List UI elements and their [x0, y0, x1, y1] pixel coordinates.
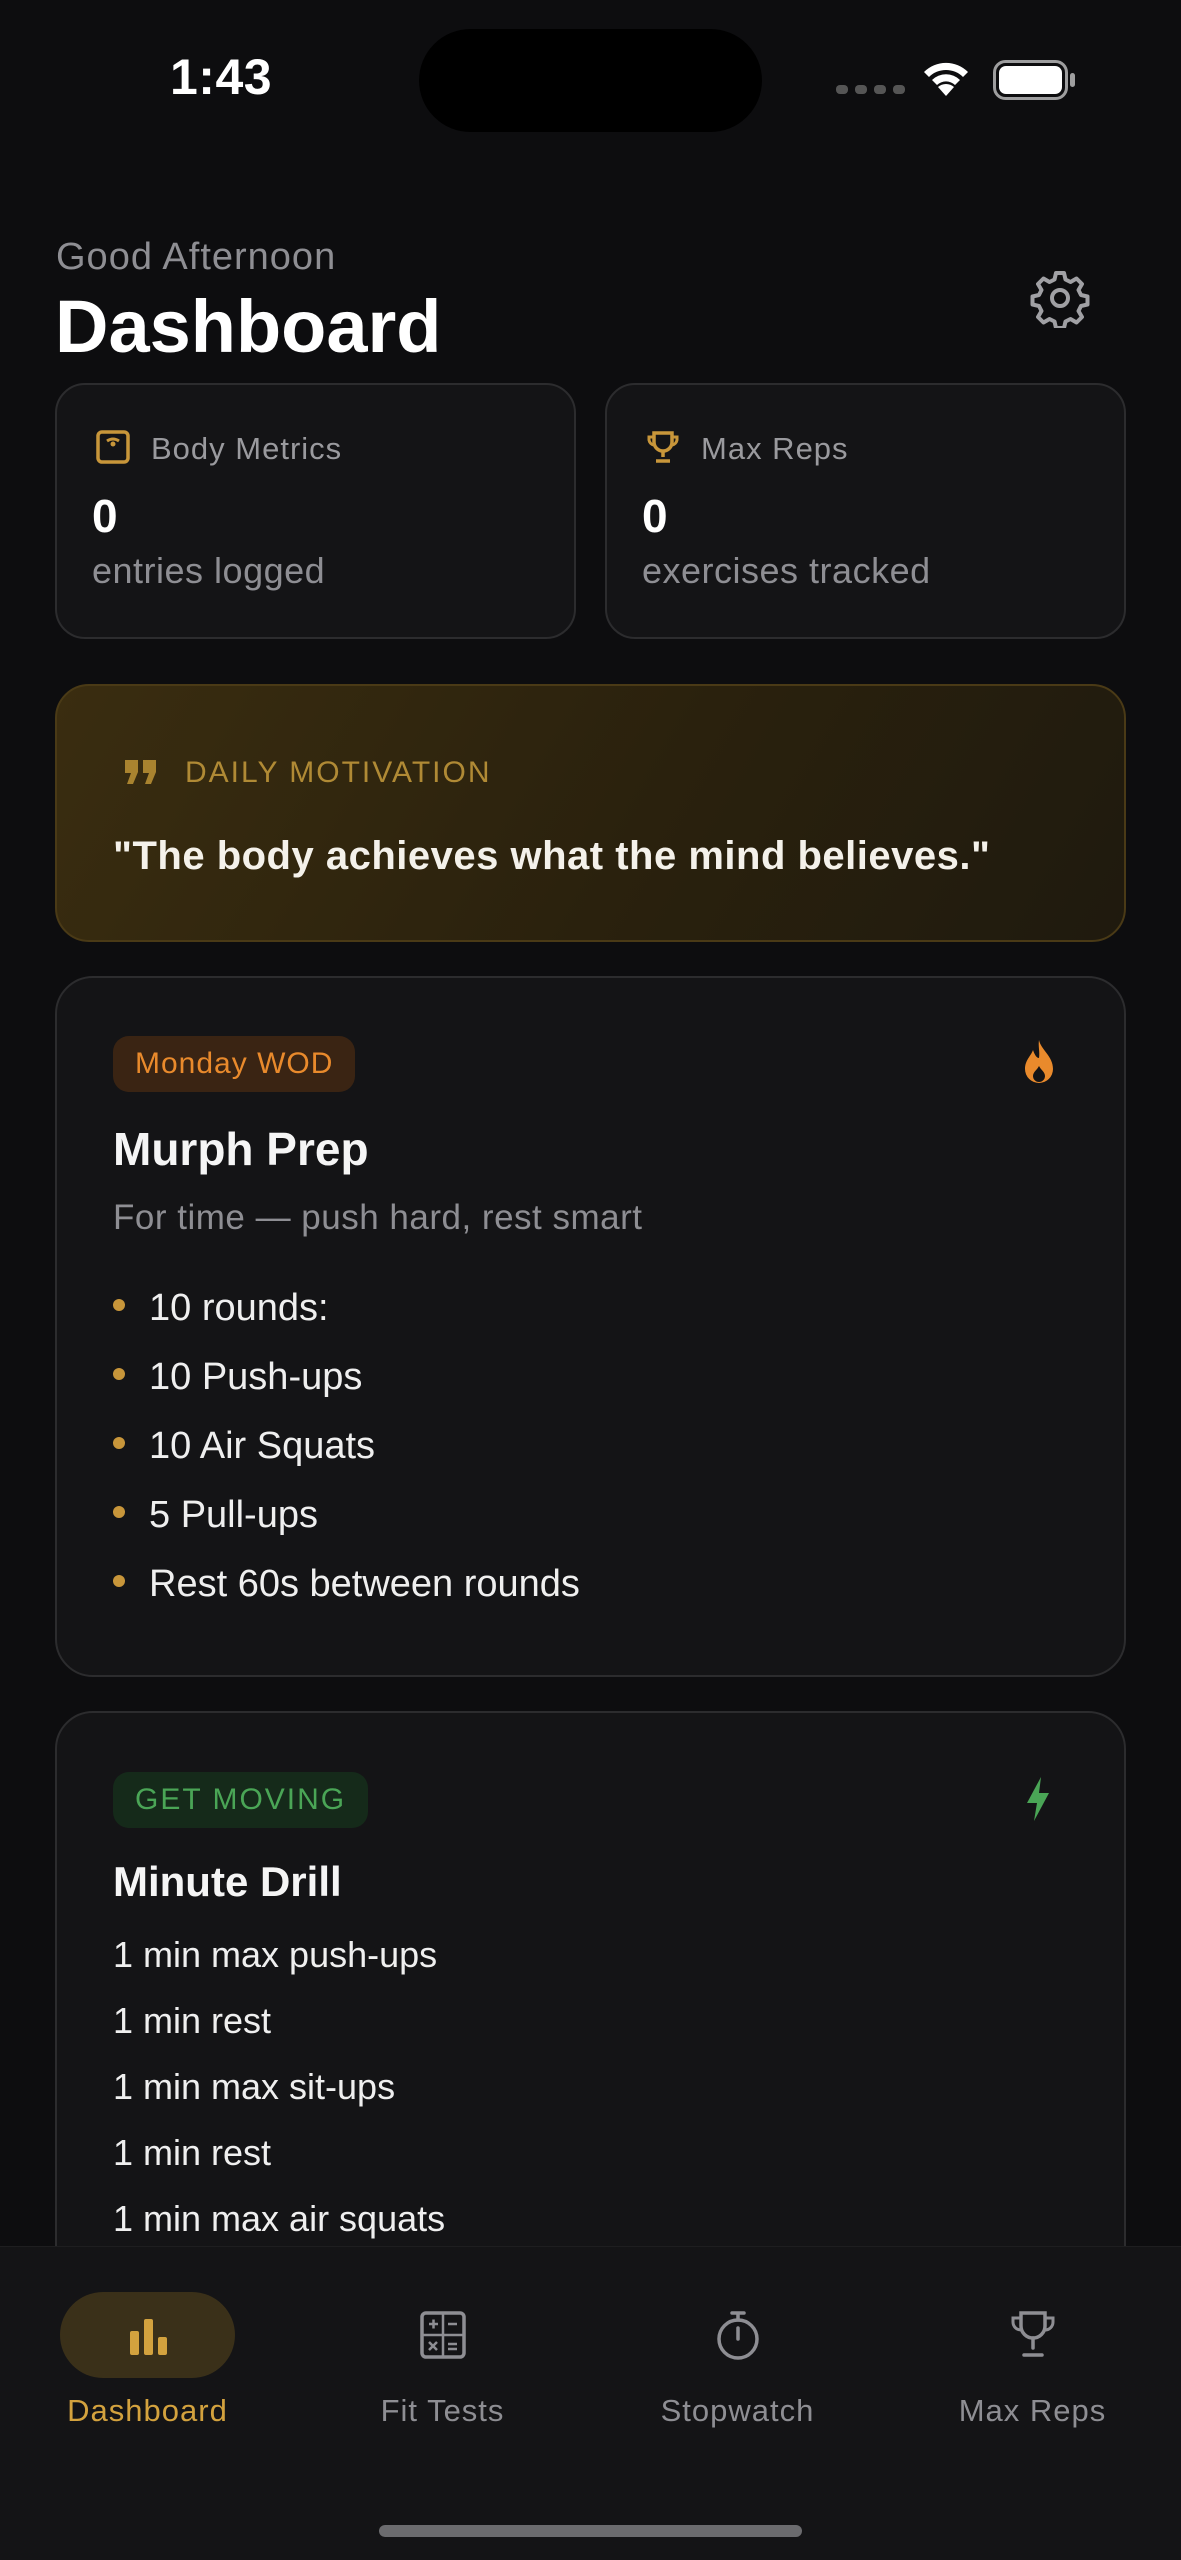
list-item: 1 min rest [113, 2000, 272, 2041]
cellular-signal-icon [836, 85, 905, 94]
dynamic-island [419, 29, 762, 132]
list-item: 1 min max push-ups [113, 1934, 438, 1975]
wifi-icon [924, 62, 968, 96]
list-item: Rest 60s between rounds [113, 1561, 580, 1630]
list-item: 10 Push-ups [113, 1354, 580, 1423]
drill-step-list: 1 min max push-ups 1 min rest 1 min max … [113, 1933, 445, 2263]
drill-badge: GET MOVING [113, 1772, 369, 1828]
bar-chart-icon [130, 2319, 167, 2355]
wod-card[interactable]: Monday WOD Murph Prep For time — push ha… [55, 976, 1126, 1677]
tab-label: Max Reps [958, 2393, 1107, 2428]
dashboard-screen: 1:43 Good Afternoon Dashboard Body Metri… [0, 0, 1181, 2560]
stat-value: 0 [92, 490, 118, 542]
minute-drill-card[interactable]: GET MOVING Minute Drill 1 min max push-u… [55, 1711, 1126, 2331]
quote-icon [125, 760, 156, 784]
max-reps-card[interactable]: Max Reps 0 exercises tracked [605, 383, 1126, 639]
wod-subtitle: For time — push hard, rest smart [113, 1198, 643, 1237]
stat-caption: exercises tracked [642, 550, 931, 591]
tab-dashboard[interactable]: Dashboard [0, 2247, 295, 2447]
wod-badge: Monday WOD [113, 1036, 356, 1092]
motivation-quote: "The body achieves what the mind believe… [113, 834, 991, 878]
motivation-label: DAILY MOTIVATION [185, 756, 492, 789]
list-item: 10 rounds: [113, 1285, 580, 1354]
scale-icon [96, 430, 130, 464]
tab-label: Stopwatch [660, 2393, 815, 2428]
tab-label: Fit Tests [380, 2393, 505, 2428]
flame-icon [1025, 1040, 1053, 1083]
stat-value: 0 [642, 490, 668, 542]
body-metrics-card[interactable]: Body Metrics 0 entries logged [55, 383, 576, 639]
stopwatch-icon [717, 2311, 759, 2360]
list-item: 5 Pull-ups [113, 1492, 580, 1561]
tab-stopwatch[interactable]: Stopwatch [590, 2247, 885, 2447]
wod-title: Murph Prep [113, 1123, 369, 1175]
gear-icon[interactable] [1030, 268, 1090, 328]
trophy-icon [647, 431, 679, 463]
bolt-icon [1027, 1777, 1049, 1821]
list-item: 1 min max sit-ups [113, 2066, 396, 2107]
tab-max-reps[interactable]: Max Reps [885, 2247, 1180, 2447]
daily-motivation-card: DAILY MOTIVATION "The body achieves what… [55, 684, 1126, 942]
greeting-text: Good Afternoon [56, 236, 337, 278]
bottom-tab-bar: Dashboard Fit Tests Stopwatch Max Reps [0, 2246, 1181, 2560]
calculator-icon [420, 2311, 466, 2359]
tab-fit-tests[interactable]: Fit Tests [295, 2247, 590, 2447]
page-title: Dashboard [55, 285, 442, 368]
status-time: 1:43 [170, 49, 273, 105]
stat-label: Body Metrics [151, 431, 343, 466]
home-indicator[interactable] [379, 2525, 802, 2537]
list-item: 1 min rest [113, 2132, 272, 2173]
trophy-icon [1011, 2311, 1055, 2357]
drill-title: Minute Drill [113, 1858, 342, 1905]
tab-label: Dashboard [67, 2393, 228, 2428]
battery-icon [993, 60, 1075, 100]
wod-exercise-list: 10 rounds: 10 Push-ups 10 Air Squats 5 P… [113, 1285, 580, 1630]
stat-label: Max Reps [701, 431, 849, 466]
stat-caption: entries logged [92, 550, 326, 591]
list-item: 10 Air Squats [113, 1423, 580, 1492]
